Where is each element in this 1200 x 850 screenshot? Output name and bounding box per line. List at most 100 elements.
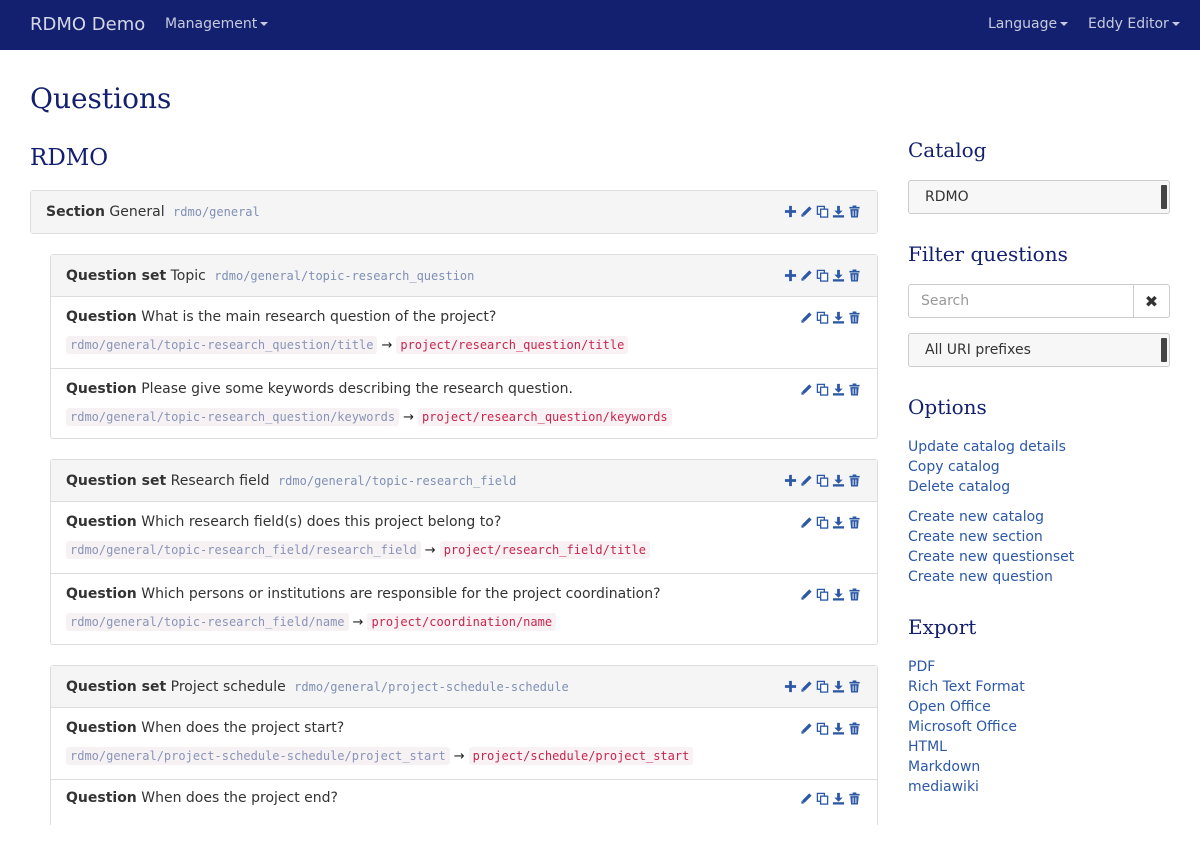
trash-icon[interactable] (848, 588, 861, 601)
filter-heading: Filter questions (908, 242, 1068, 266)
catalog-title: RDMO (30, 145, 109, 171)
arrow-icon: → (403, 410, 415, 425)
create-section-link[interactable]: Create new section (908, 529, 1043, 545)
trash-icon[interactable] (848, 516, 861, 529)
question-uri: rdmo/general/project-schedule-schedule/p… (66, 747, 450, 765)
section-uri: rdmo/general (173, 205, 260, 219)
pencil-icon[interactable] (800, 588, 813, 601)
question-mapping: rdmo/general/topic-research_field/resear… (66, 541, 650, 559)
brand-link[interactable]: RDMO Demo (30, 14, 145, 35)
copy-icon[interactable] (816, 269, 829, 282)
trash-icon[interactable] (848, 205, 861, 218)
question-text: When does the project start? (141, 720, 345, 736)
pencil-icon[interactable] (800, 474, 813, 487)
question-row: Question When does the project start? rd… (51, 708, 877, 779)
options-heading: Options (908, 395, 987, 419)
navbar: RDMO Demo Management Language Eddy Edito… (0, 0, 1200, 50)
copy-icon[interactable] (816, 311, 829, 324)
trash-icon[interactable] (848, 311, 861, 324)
question-row: Question Please give some keywords descr… (51, 368, 877, 439)
management-menu[interactable]: Management (165, 16, 269, 32)
questionset-uri: rdmo/general/project-schedule-schedule (294, 680, 569, 694)
export-mediawiki-link[interactable]: mediawiki (908, 779, 979, 795)
caret-down-icon (260, 22, 269, 26)
download-icon[interactable] (832, 383, 845, 396)
uri-prefix-select[interactable]: All URI prefixes (908, 333, 1170, 367)
question-label: Question (66, 720, 137, 736)
trash-icon[interactable] (848, 474, 861, 487)
arrow-icon: → (381, 338, 393, 353)
export-markdown-link[interactable]: Markdown (908, 759, 980, 775)
copy-icon[interactable] (816, 722, 829, 735)
section-panel: Section General rdmo/general (30, 190, 878, 234)
question-text: Which research field(s) does this projec… (141, 514, 502, 530)
pencil-icon[interactable] (800, 516, 813, 529)
user-menu[interactable]: Eddy Editor (1088, 16, 1180, 32)
clear-search-button[interactable]: ✖ (1133, 284, 1170, 318)
copy-icon[interactable] (816, 792, 829, 805)
download-icon[interactable] (832, 680, 845, 693)
download-icon[interactable] (832, 792, 845, 805)
trash-icon[interactable] (848, 269, 861, 282)
pencil-icon[interactable] (800, 680, 813, 693)
copy-icon[interactable] (816, 383, 829, 396)
plus-icon[interactable] (784, 269, 797, 282)
download-icon[interactable] (832, 205, 845, 218)
download-icon[interactable] (832, 311, 845, 324)
pencil-icon[interactable] (800, 269, 813, 282)
export-odt-link[interactable]: Open Office (908, 699, 991, 715)
questionset-heading: Question set Research field rdmo/general… (66, 473, 516, 489)
delete-catalog-link[interactable]: Delete catalog (908, 479, 1010, 495)
questionset-actions (784, 474, 861, 487)
pencil-icon[interactable] (800, 311, 813, 324)
questionset-actions (784, 680, 861, 693)
copy-icon[interactable] (816, 588, 829, 601)
catalog-heading: Catalog (908, 138, 987, 162)
create-questionset-link[interactable]: Create new questionset (908, 549, 1074, 565)
pencil-icon[interactable] (800, 383, 813, 396)
questionset-panel: Question set Project schedule rdmo/gener… (50, 665, 878, 825)
pencil-icon[interactable] (800, 792, 813, 805)
download-icon[interactable] (832, 588, 845, 601)
trash-icon[interactable] (848, 383, 861, 396)
trash-icon[interactable] (848, 722, 861, 735)
section-label: Section (46, 204, 105, 220)
question-actions (800, 722, 861, 735)
language-menu[interactable]: Language (988, 16, 1069, 32)
pencil-icon[interactable] (800, 205, 813, 218)
questionset-header: Question set Research field rdmo/general… (51, 460, 877, 502)
copy-icon[interactable] (816, 474, 829, 487)
download-icon[interactable] (832, 474, 845, 487)
plus-icon[interactable] (784, 205, 797, 218)
question-attribute: project/research_question/title (396, 336, 629, 354)
export-pdf-link[interactable]: PDF (908, 659, 935, 675)
plus-icon[interactable] (784, 680, 797, 693)
copy-icon[interactable] (816, 516, 829, 529)
plus-icon[interactable] (784, 474, 797, 487)
copy-icon[interactable] (816, 205, 829, 218)
download-icon[interactable] (832, 722, 845, 735)
copy-catalog-link[interactable]: Copy catalog (908, 459, 1000, 475)
download-icon[interactable] (832, 269, 845, 282)
trash-icon[interactable] (848, 792, 861, 805)
create-question-link[interactable]: Create new question (908, 569, 1053, 585)
questionset-panel: Question set Topic rdmo/general/topic-re… (50, 254, 878, 439)
trash-icon[interactable] (848, 680, 861, 693)
update-catalog-link[interactable]: Update catalog details (908, 439, 1066, 455)
create-catalog-link[interactable]: Create new catalog (908, 509, 1044, 525)
catalog-select-value: RDMO (925, 189, 969, 205)
copy-icon[interactable] (816, 680, 829, 693)
search-input[interactable] (908, 284, 1134, 318)
caret-down-icon (1060, 22, 1069, 26)
question-uri: rdmo/general/topic-research_question/key… (66, 408, 400, 426)
question-row: Question What is the main research quest… (51, 297, 877, 368)
export-docx-link[interactable]: Microsoft Office (908, 719, 1017, 735)
arrow-icon: → (424, 543, 436, 558)
export-html-link[interactable]: HTML (908, 739, 947, 755)
export-rtf-link[interactable]: Rich Text Format (908, 679, 1025, 695)
download-icon[interactable] (832, 516, 845, 529)
question-row: Question Which persons or institutions a… (51, 573, 877, 644)
pencil-icon[interactable] (800, 722, 813, 735)
question-mapping: rdmo/general/topic-research_field/name → p… (66, 613, 557, 631)
catalog-select[interactable]: RDMO (908, 180, 1170, 214)
